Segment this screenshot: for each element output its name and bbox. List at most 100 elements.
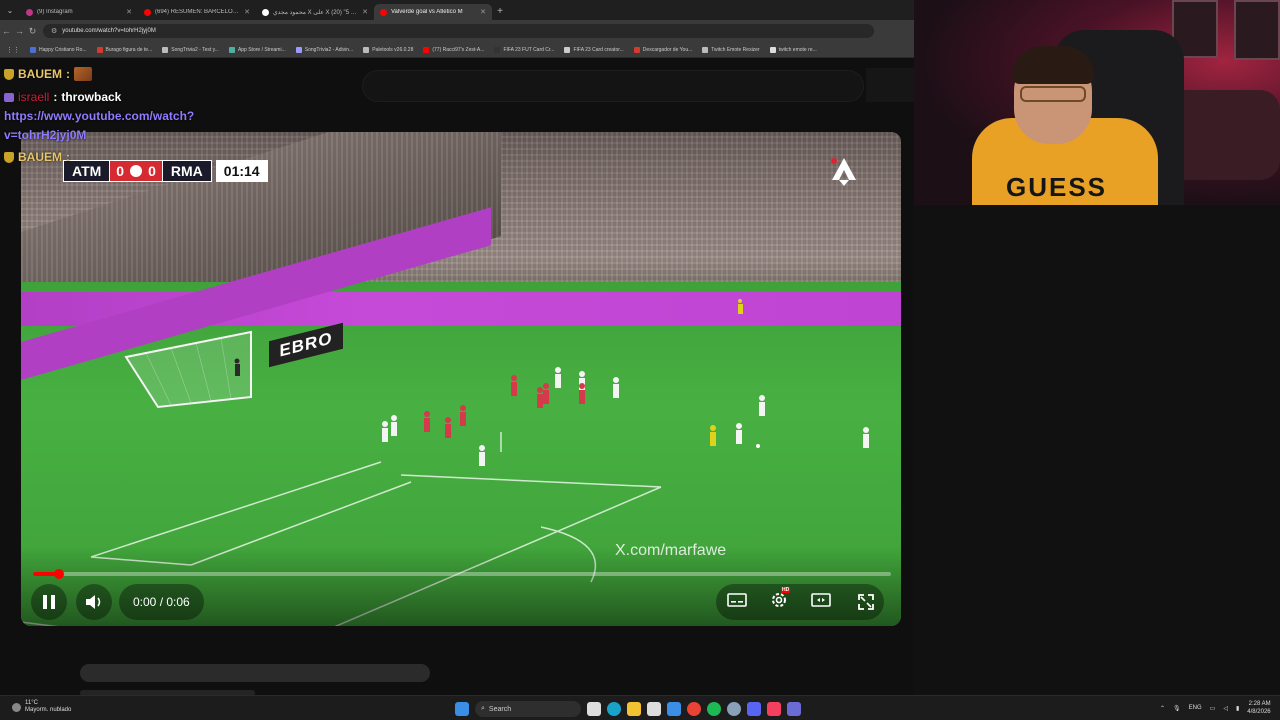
bookmark-favicon-icon xyxy=(295,46,302,53)
bookmark-label: SongTrivia2 - Test y... xyxy=(171,46,219,53)
music-icon[interactable] xyxy=(767,702,781,716)
bookmark-item[interactable]: SongTrivia2 - Adivin... xyxy=(295,46,353,53)
tab-favicon-icon xyxy=(26,8,33,16)
volume-tray-icon[interactable]: ◁ xyxy=(1223,705,1228,712)
weather-temp: 11°C xyxy=(25,700,38,706)
language-indicator[interactable]: ENG xyxy=(1189,705,1202,711)
video-player[interactable]: EBRO ATM 0 0 RMA 01:14 0:00 / 0:06 HD xyxy=(21,132,901,626)
tab-close-icon[interactable]: ✕ xyxy=(480,8,486,16)
back-icon[interactable]: ← xyxy=(0,26,13,36)
taskbar-search[interactable]: ⌕ Search xyxy=(475,701,581,717)
network-icon[interactable]: ▭ xyxy=(1210,705,1216,712)
bookmark-item[interactable]: Twitch Emote Resizer xyxy=(702,46,760,53)
reload-icon[interactable]: ↻ xyxy=(26,26,39,37)
bookmark-item[interactable]: SongTrivia2 - Test y... xyxy=(162,46,219,53)
bookmark-item[interactable]: FIFA 23 Card creator... xyxy=(564,46,624,53)
chrome-icon[interactable] xyxy=(687,702,701,716)
chat-username: BAUEM xyxy=(18,67,62,81)
bookmark-item[interactable]: Descargador de You... xyxy=(633,46,692,53)
broadcaster-logo-icon xyxy=(831,158,856,186)
tray-overflow-icon[interactable]: ⌃ xyxy=(1160,705,1165,712)
bookmark-label: FIFA 23 FUT Card Cr... xyxy=(503,46,555,53)
theater-mode-icon xyxy=(811,592,831,607)
new-tab-button[interactable]: + xyxy=(492,6,508,17)
tab-favicon-icon xyxy=(262,8,269,16)
competition-logo-icon xyxy=(128,163,145,179)
site-info-icon[interactable]: ⚙ xyxy=(51,27,57,35)
bookmark-label: Paletools v26.0.28 xyxy=(372,46,414,53)
task-view-icon[interactable] xyxy=(587,702,601,716)
scrubber-handle[interactable] xyxy=(53,569,64,579)
bookmarks-bar: ⋮⋮ Happy Cristiano Ro... Burago figura de… xyxy=(0,42,914,58)
url-field[interactable]: ⚙ youtube.com/watch?v=tohrH2jyj0M xyxy=(43,24,874,38)
subtitles-icon xyxy=(727,592,747,607)
subtitles-button[interactable] xyxy=(727,592,747,613)
taskbar: 11°C Mayorm. nublado ⌕ Search ⌃ 🎙 ENG ▭ ◁… xyxy=(0,695,1280,720)
chat-separator: : xyxy=(66,67,70,81)
chat-link-line-2: v=tohrH2jyj0M xyxy=(4,128,87,142)
tab-title: (9) Instagram xyxy=(37,9,73,15)
clock[interactable]: 2:28 AM 4/8/2026 xyxy=(1247,700,1270,716)
tab-close-icon[interactable]: ✕ xyxy=(126,8,132,16)
bookmark-item[interactable]: Burago figura de te... xyxy=(96,46,152,53)
chat-link[interactable]: https://www.youtube.com/watch? v=tohrH2j… xyxy=(4,107,194,145)
streamer-glasses xyxy=(1020,86,1086,102)
forward-icon[interactable]: → xyxy=(13,26,26,36)
tab-list: (9) Instagram ✕ (694) RESUMEN: BARCELONA ✕ م… xyxy=(20,0,492,20)
progress-bar[interactable] xyxy=(33,569,891,579)
steam-icon[interactable] xyxy=(727,702,741,716)
weather-widget[interactable]: 11°C Mayorm. nublado xyxy=(12,700,71,714)
loading-title-placeholder xyxy=(80,664,430,682)
wall-frame xyxy=(1234,0,1280,60)
spotify-icon[interactable] xyxy=(707,702,721,716)
tab-strip: ⌄ (9) Instagram ✕ (694) RESUMEN: BARCELONA… xyxy=(0,0,914,20)
bookmark-item[interactable]: App Store / Streami... xyxy=(228,46,286,53)
browser-tab[interactable]: (9) Instagram ✕ xyxy=(20,4,138,20)
volume-icon xyxy=(86,595,101,609)
discord-icon[interactable] xyxy=(747,702,761,716)
shirt-text: GUESS xyxy=(1006,172,1108,202)
windows-start-icon[interactable] xyxy=(455,702,469,716)
away-team: RMA xyxy=(161,160,212,182)
edge-icon[interactable] xyxy=(607,702,621,716)
bookmark-item[interactable]: twitch emote re... xyxy=(769,46,817,53)
bookmark-item[interactable]: Happy Cristiano Ro... xyxy=(30,46,87,53)
fullscreen-icon xyxy=(858,594,874,610)
streamer-hair xyxy=(1012,46,1094,84)
pause-button[interactable] xyxy=(31,584,67,620)
bookmark-favicon-icon xyxy=(769,46,776,53)
browser-tab[interactable]: (694) RESUMEN: BARCELONA ✕ xyxy=(138,4,256,20)
settings-gear-icon xyxy=(772,592,786,607)
search-icon: ⌕ xyxy=(481,705,485,712)
mail-icon[interactable] xyxy=(667,702,681,716)
app-icon[interactable] xyxy=(787,702,801,716)
tab-close-icon[interactable]: ✕ xyxy=(362,8,368,16)
webcam-feed: GUESS xyxy=(914,0,1280,205)
tab-close-icon[interactable]: ✕ xyxy=(244,8,250,16)
bookmark-label: twitch emote re... xyxy=(778,46,817,53)
store-icon[interactable] xyxy=(647,702,661,716)
tab-search-icon[interactable]: ⌄ xyxy=(0,0,20,20)
chat-link-line-1: https://www.youtube.com/watch? xyxy=(4,109,195,123)
bookmark-favicon-icon xyxy=(633,46,640,53)
youtube-search-bar[interactable] xyxy=(362,70,864,102)
microphone-icon[interactable]: 🎙 xyxy=(1173,705,1181,712)
screen: ⌄ (9) Instagram ✕ (694) RESUMEN: BARCELONA… xyxy=(0,0,1280,720)
bookmark-item[interactable]: (77) Racci97's Zest-A... xyxy=(423,46,484,53)
settings-button[interactable]: HD xyxy=(769,586,791,615)
theater-mode-button[interactable] xyxy=(811,592,831,613)
battery-icon[interactable]: ▮ xyxy=(1236,705,1239,712)
subscriber-badge-icon xyxy=(4,68,14,80)
bookmark-item[interactable]: Paletools v26.0.28 xyxy=(363,46,414,53)
volume-button[interactable] xyxy=(76,584,112,620)
file-explorer-icon[interactable] xyxy=(627,702,641,716)
browser-tab[interactable]: محمود مجدي X على X تلاين 5" (20)✕ xyxy=(256,4,374,20)
subscriber-badge-icon xyxy=(4,151,14,163)
apps-grid-icon[interactable]: ⋮⋮ xyxy=(6,46,20,54)
chat-separator: : xyxy=(53,90,58,104)
browser-tab[interactable]: Valverde goal vs Atletico M ✕ xyxy=(374,4,492,20)
fullscreen-button[interactable] xyxy=(849,584,883,620)
tab-title: (694) RESUMEN: BARCELONA xyxy=(155,9,241,15)
bookmark-item[interactable]: FIFA 23 FUT Card Cr... xyxy=(494,46,555,53)
bookmark-label: FIFA 23 Card creator... xyxy=(573,46,624,53)
